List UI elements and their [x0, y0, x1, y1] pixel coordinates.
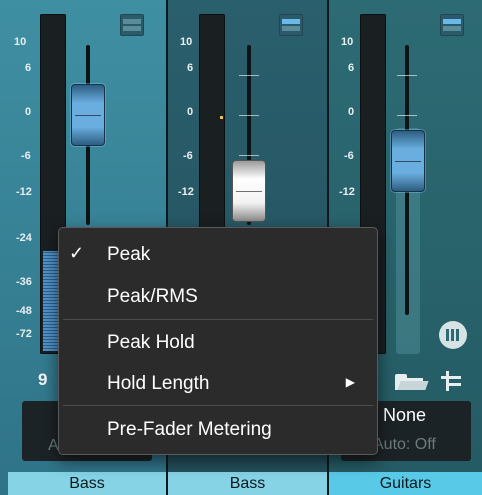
menu-item-label: Peak	[107, 244, 151, 265]
scale-label: 6	[187, 62, 194, 74]
scale-label: 6	[25, 62, 32, 74]
menu-item-label: Hold Length	[107, 373, 210, 394]
fader-tick	[397, 115, 417, 116]
fader-cap[interactable]	[232, 160, 266, 222]
menu-item-pre-fader-metering[interactable]: Pre-Fader Metering	[59, 415, 377, 445]
scale-label: -12	[16, 186, 32, 198]
input-value: None	[383, 405, 427, 425]
fader-tick	[239, 75, 259, 76]
scale-label: 0	[348, 106, 355, 118]
scale-label: -36	[16, 276, 32, 288]
checkmark-icon: ✓	[69, 243, 85, 263]
auto-mode[interactable]: Auto: Off	[373, 436, 436, 454]
fader-tick	[239, 115, 259, 116]
menu-item-label: Pre-Fader Metering	[107, 419, 272, 440]
menu-item-label: Peak Hold	[107, 332, 195, 353]
view-toggle-icon[interactable]	[279, 14, 303, 36]
menu-item-peak[interactable]: ✓ Peak	[59, 240, 377, 270]
scale-label: 10	[341, 36, 354, 48]
scale-label: 6	[348, 62, 355, 74]
scale-label: -6	[344, 150, 354, 162]
meter-context-menu: ✓ Peak Peak/RMS Peak Hold Hold Length ▶ …	[58, 227, 378, 455]
scale-label: -6	[21, 150, 31, 162]
menu-item-hold-length[interactable]: Hold Length ▶	[59, 369, 377, 399]
scale-label: -48	[16, 305, 32, 317]
fader-cap[interactable]	[391, 130, 425, 192]
view-toggle-icon[interactable]	[440, 14, 464, 36]
scale-label: -6	[183, 150, 193, 162]
fader-tick	[239, 155, 259, 156]
scale-label: 10	[14, 36, 27, 48]
fader-cap[interactable]	[71, 84, 105, 146]
scale-label: 10	[180, 36, 193, 48]
scale-label: -24	[16, 232, 32, 244]
scale-label: -12	[339, 186, 355, 198]
fader-tick	[397, 75, 417, 76]
channel-name-tab-selected[interactable]: Guitars	[329, 472, 482, 495]
routing-icon[interactable]	[441, 371, 461, 391]
channel-number: 9	[38, 370, 48, 389]
menu-item-peak-hold[interactable]: Peak Hold	[59, 328, 377, 358]
submenu-arrow-icon: ▶	[345, 375, 355, 389]
scale-label: -12	[178, 186, 194, 198]
scale-label: 0	[187, 106, 194, 118]
scale-label: -72	[16, 328, 32, 340]
channel-name-tab[interactable]: Bass	[8, 472, 166, 495]
menu-separator	[63, 405, 373, 406]
peak-indicator	[220, 116, 223, 119]
meter-icon[interactable]	[439, 321, 467, 349]
menu-separator	[63, 319, 373, 320]
menu-item-peak-rms[interactable]: Peak/RMS	[59, 282, 377, 312]
folder-open-icon[interactable]	[395, 372, 429, 390]
channel-name-tab[interactable]: Bass	[168, 472, 327, 495]
view-toggle-icon[interactable]	[120, 14, 144, 36]
scale-label: 0	[25, 106, 32, 118]
menu-item-label: Peak/RMS	[107, 286, 198, 307]
